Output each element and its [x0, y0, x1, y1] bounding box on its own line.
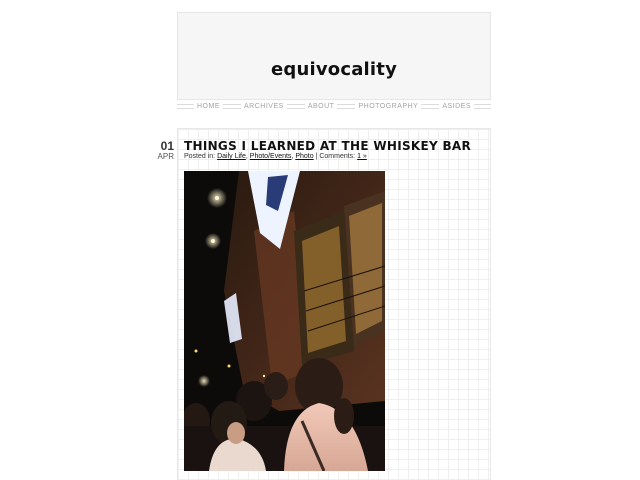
- category-link-photo-events[interactable]: Photo/Events: [250, 153, 292, 160]
- post-title[interactable]: THINGS I LEARNED AT THE WHISKEY BAR: [184, 139, 471, 153]
- category-link-daily-life[interactable]: Daily Life: [217, 153, 246, 160]
- post-photo[interactable]: [184, 171, 385, 471]
- site-title[interactable]: equivocality: [178, 59, 490, 80]
- nav-item-about[interactable]: ABOUT: [305, 103, 338, 110]
- main-nav: HOME ARCHIVES ABOUT PHOTOGRAPHY ASIDES: [177, 101, 491, 112]
- nav-divider: [337, 104, 356, 109]
- nav-item-photography[interactable]: PHOTOGRAPHY: [355, 103, 421, 110]
- post-date: 01 APR: [148, 140, 174, 162]
- site-header: equivocality: [177, 12, 491, 100]
- nav-divider: [177, 104, 194, 109]
- nav-item-home[interactable]: HOME: [194, 103, 223, 110]
- post-date-month: APR: [157, 152, 174, 161]
- nav-divider: [474, 104, 491, 109]
- page: equivocality HOME ARCHIVES ABOUT PHOTOGR…: [0, 0, 640, 480]
- nav-divider: [286, 104, 305, 109]
- comments-link[interactable]: 1 »: [357, 153, 367, 160]
- posted-in-label: Posted in:: [184, 153, 216, 160]
- comments-label: Comments:: [319, 153, 356, 160]
- category-link-photo[interactable]: Photo: [295, 153, 313, 160]
- nav-item-asides[interactable]: ASIDES: [439, 103, 474, 110]
- nav-divider: [421, 104, 440, 109]
- post-meta: Posted in: Daily Life, Photo/Events, Pho…: [184, 153, 367, 160]
- bar-crowd-photo-icon: [184, 171, 385, 471]
- post-date-day: 01: [160, 139, 174, 153]
- nav-item-archives[interactable]: ARCHIVES: [241, 103, 287, 110]
- nav-divider: [223, 104, 242, 109]
- meta-separator: |: [315, 153, 318, 160]
